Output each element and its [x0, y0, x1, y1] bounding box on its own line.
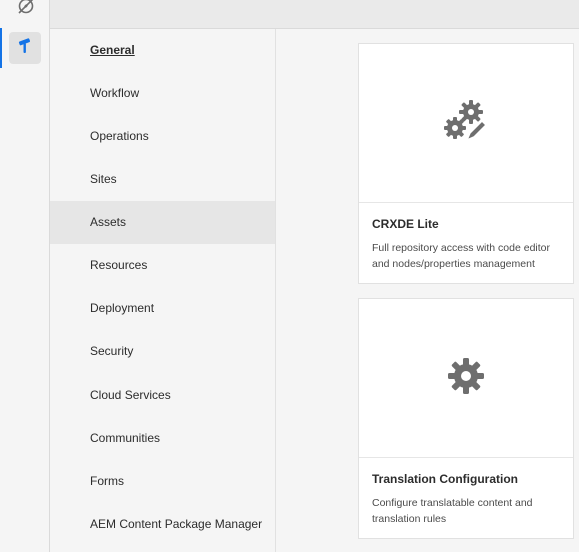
nav-item-general[interactable]: General: [50, 29, 275, 72]
card-thumbnail: [359, 44, 573, 203]
gears-pencil-icon: [443, 98, 489, 149]
nav-item-cloud-services[interactable]: Cloud Services: [50, 374, 275, 417]
nav-item-deployment[interactable]: Deployment: [50, 287, 275, 330]
compass-slash-icon[interactable]: [16, 0, 36, 16]
card-description: Configure translatable content and trans…: [372, 497, 533, 525]
nav-item-workflow[interactable]: Workflow: [50, 72, 275, 115]
tools-content: CRXDE Lite Full repository access with c…: [276, 29, 579, 552]
nav-item-communities[interactable]: Communities: [50, 417, 275, 460]
nav-item-aem-content-package-manager[interactable]: AEM Content Package Manager: [50, 503, 275, 546]
card-title: Translation Configuration: [372, 472, 518, 486]
card-translation-configuration[interactable]: Translation Configuration Configure tran…: [358, 298, 574, 539]
left-rail: [0, 0, 50, 552]
card-crxde-lite[interactable]: CRXDE Lite Full repository access with c…: [358, 43, 574, 284]
nav-item-operations[interactable]: Operations: [50, 115, 275, 158]
nav-item-forms[interactable]: Forms: [50, 460, 275, 503]
top-bar: [50, 0, 579, 29]
tools-nav-button[interactable]: [9, 32, 41, 64]
gear-icon: [446, 356, 486, 401]
card-description: Full repository access with code editor …: [372, 242, 550, 270]
nav-item-security[interactable]: Security: [50, 330, 275, 373]
nav-item-resources[interactable]: Resources: [50, 244, 275, 287]
tools-category-list: General Workflow Operations Sites Assets…: [50, 29, 276, 552]
active-indicator: [0, 28, 2, 68]
nav-item-assets[interactable]: Assets: [50, 201, 275, 244]
nav-item-sites[interactable]: Sites: [50, 158, 275, 201]
hammer-icon: [16, 37, 34, 60]
card-title: CRXDE Lite: [372, 217, 439, 231]
card-thumbnail: [359, 299, 573, 458]
